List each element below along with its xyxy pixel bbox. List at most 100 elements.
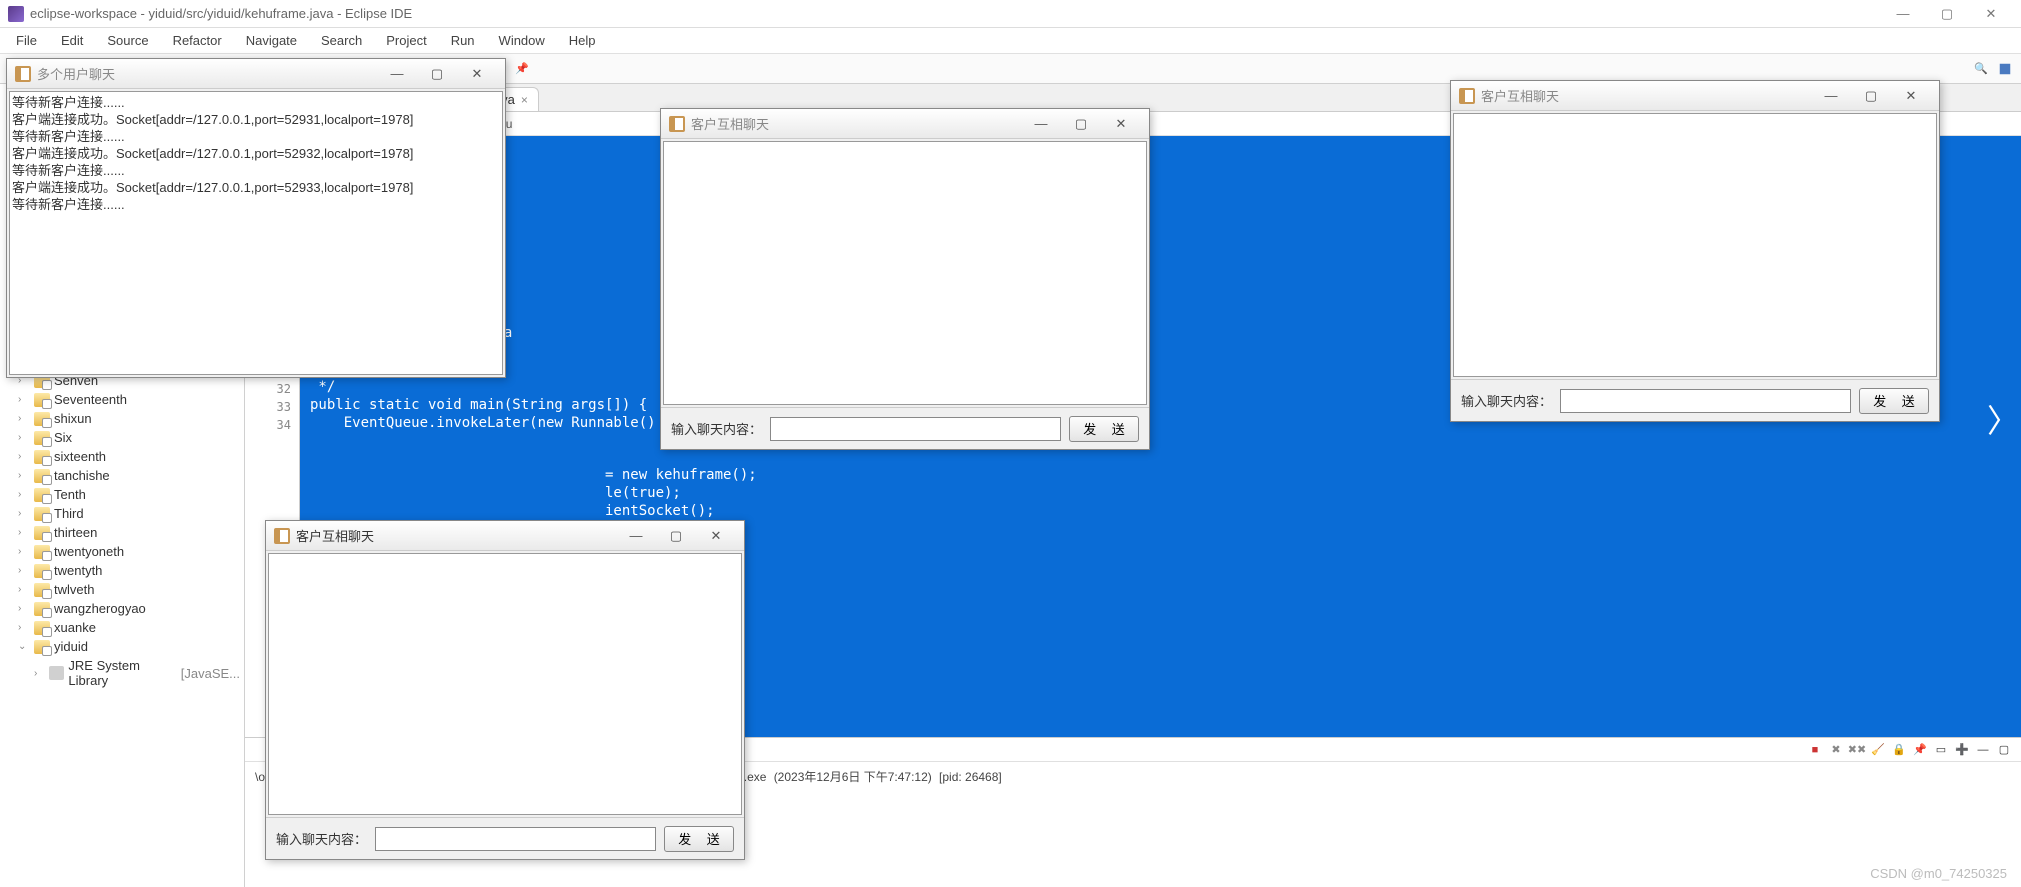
folder-icon (34, 564, 50, 578)
tree-item: ›tanchishe (0, 466, 244, 485)
chat-input-label: 输入聊天内容： (276, 829, 367, 848)
display-console-icon[interactable]: ▭ (1932, 741, 1950, 759)
clear-icon[interactable]: 🧹 (1869, 741, 1887, 759)
menu-refactor[interactable]: Refactor (163, 30, 232, 51)
chat-footer: 输入聊天内容： 发 送 (266, 817, 744, 859)
folder-icon (34, 640, 50, 654)
chat-input[interactable] (1560, 389, 1851, 413)
window-maximize[interactable]: ▢ (656, 524, 696, 548)
menu-search[interactable]: Search (311, 30, 372, 51)
menu-navigate[interactable]: Navigate (236, 30, 307, 51)
folder-icon (34, 602, 50, 616)
tree-item: ›twentyth (0, 561, 244, 580)
menu-window[interactable]: Window (489, 30, 555, 51)
chat-window-1[interactable]: 客户互相聊天 — ▢ ✕ 输入聊天内容： 发 送 (265, 520, 745, 860)
perspective-java-icon[interactable] (1995, 59, 2015, 79)
window-close[interactable]: ✕ (1969, 0, 2013, 28)
window-minimize[interactable]: — (616, 524, 656, 548)
eclipse-icon (8, 6, 24, 22)
window-maximize[interactable]: ▢ (417, 62, 457, 86)
tree-item: ›thirteen (0, 523, 244, 542)
chat-window-2[interactable]: 客户互相聊天 — ▢ ✕ 输入聊天内容： 发 送 (660, 108, 1150, 450)
folder-icon (34, 545, 50, 559)
window-maximize[interactable]: ▢ (1851, 84, 1891, 108)
max-icon[interactable]: ▢ (1995, 741, 2013, 759)
chat-titlebar[interactable]: 客户互相聊天 — ▢ ✕ (661, 109, 1149, 139)
chat-titlebar[interactable]: 客户互相聊天 — ▢ ✕ (1451, 81, 1939, 111)
tree-item-expanded: ⌄yiduid (0, 637, 244, 656)
chat-log[interactable] (268, 553, 742, 815)
eclipse-titlebar: eclipse-workspace - yiduid/src/yiduid/ke… (0, 0, 2021, 28)
watermark: CSDN @m0_74250325 (1870, 866, 2007, 881)
folder-icon (34, 431, 50, 445)
chat-title: 客户互相聊天 (691, 114, 1021, 133)
send-button[interactable]: 发 送 (664, 826, 734, 852)
tree-item: ›twlveth (0, 580, 244, 599)
code-bottom[interactable]: = new kehuframe(); le(true); ientSocket(… (595, 464, 2021, 522)
folder-icon (34, 621, 50, 635)
folder-icon (34, 583, 50, 597)
chat-titlebar[interactable]: 客户互相聊天 — ▢ ✕ (266, 521, 744, 551)
tree-item: ›wangzherogyao (0, 599, 244, 618)
folder-icon (34, 507, 50, 521)
send-button[interactable]: 发 送 (1859, 388, 1929, 414)
library-icon (49, 666, 64, 680)
tree-item: ›xuanke (0, 618, 244, 637)
chat-log[interactable] (663, 141, 1147, 405)
menu-help[interactable]: Help (559, 30, 606, 51)
folder-icon (34, 412, 50, 426)
menu-edit[interactable]: Edit (51, 30, 93, 51)
java-app-icon (274, 528, 290, 544)
chat-title: 客户互相聊天 (1481, 86, 1811, 105)
chat-input-label: 输入聊天内容： (1461, 391, 1552, 410)
close-tab-icon[interactable]: × (521, 93, 528, 107)
scroll-lock-icon[interactable]: 🔒 (1890, 741, 1908, 759)
open-console-icon[interactable]: ➕ (1953, 741, 1971, 759)
chat-footer: 输入聊天内容： 发 送 (661, 407, 1149, 449)
pin-console-icon[interactable]: 📌 (1911, 741, 1929, 759)
chat-log[interactable] (1453, 113, 1937, 377)
window-minimize[interactable]: — (1021, 112, 1061, 136)
tree-item: ›twentyoneth (0, 542, 244, 561)
chat-input[interactable] (770, 417, 1061, 441)
send-button[interactable]: 发 送 (1069, 416, 1139, 442)
folder-icon (34, 469, 50, 483)
folder-icon (34, 488, 50, 502)
window-maximize[interactable]: ▢ (1061, 112, 1101, 136)
pin-icon[interactable]: 📌 (512, 59, 532, 79)
window-minimize[interactable]: — (1881, 0, 1925, 28)
tree-item: ›Third (0, 504, 244, 523)
tree-item: ›sixteenth (0, 447, 244, 466)
server-window[interactable]: 多个用户聊天 — ▢ ✕ 等待新客户连接...... 客户端连接成功。Socke… (6, 58, 506, 378)
chat-window-3[interactable]: 客户互相聊天 — ▢ ✕ 输入聊天内容： 发 送 (1450, 80, 1940, 422)
window-minimize[interactable]: — (377, 62, 417, 86)
min-icon[interactable]: — (1974, 741, 1992, 759)
tree-item-library: ›JRE System Library [JavaSE... (0, 656, 244, 690)
remove-launch-icon[interactable]: ✖ (1827, 741, 1845, 759)
expand-arrow-icon[interactable]: 〉 (1987, 396, 2019, 442)
menu-source[interactable]: Source (97, 30, 158, 51)
server-window-titlebar[interactable]: 多个用户聊天 — ▢ ✕ (7, 59, 505, 89)
remove-all-icon[interactable]: ✖✖ (1848, 741, 1866, 759)
java-app-icon (1459, 88, 1475, 104)
quick-access-icon[interactable]: 🔍 (1971, 59, 1991, 79)
folder-icon (34, 450, 50, 464)
window-minimize[interactable]: — (1811, 84, 1851, 108)
tree-item: ›Seventeenth (0, 390, 244, 409)
menu-run[interactable]: Run (441, 30, 485, 51)
server-log[interactable]: 等待新客户连接...... 客户端连接成功。Socket[addr=/127.0… (9, 91, 503, 375)
terminate-icon[interactable]: ■ (1806, 741, 1824, 759)
menu-file[interactable]: File (6, 30, 47, 51)
menubar: File Edit Source Refactor Navigate Searc… (0, 28, 2021, 54)
window-close[interactable]: ✕ (1101, 112, 1141, 136)
window-close[interactable]: ✕ (457, 62, 497, 86)
tree-item: ›Tenth (0, 485, 244, 504)
chat-input[interactable] (375, 827, 656, 851)
window-close[interactable]: ✕ (696, 524, 736, 548)
window-title: eclipse-workspace - yiduid/src/yiduid/ke… (30, 6, 1881, 21)
server-window-title: 多个用户聊天 (37, 64, 377, 83)
window-close[interactable]: ✕ (1891, 84, 1931, 108)
chat-footer: 输入聊天内容： 发 送 (1451, 379, 1939, 421)
menu-project[interactable]: Project (376, 30, 436, 51)
window-maximize[interactable]: ▢ (1925, 0, 1969, 28)
